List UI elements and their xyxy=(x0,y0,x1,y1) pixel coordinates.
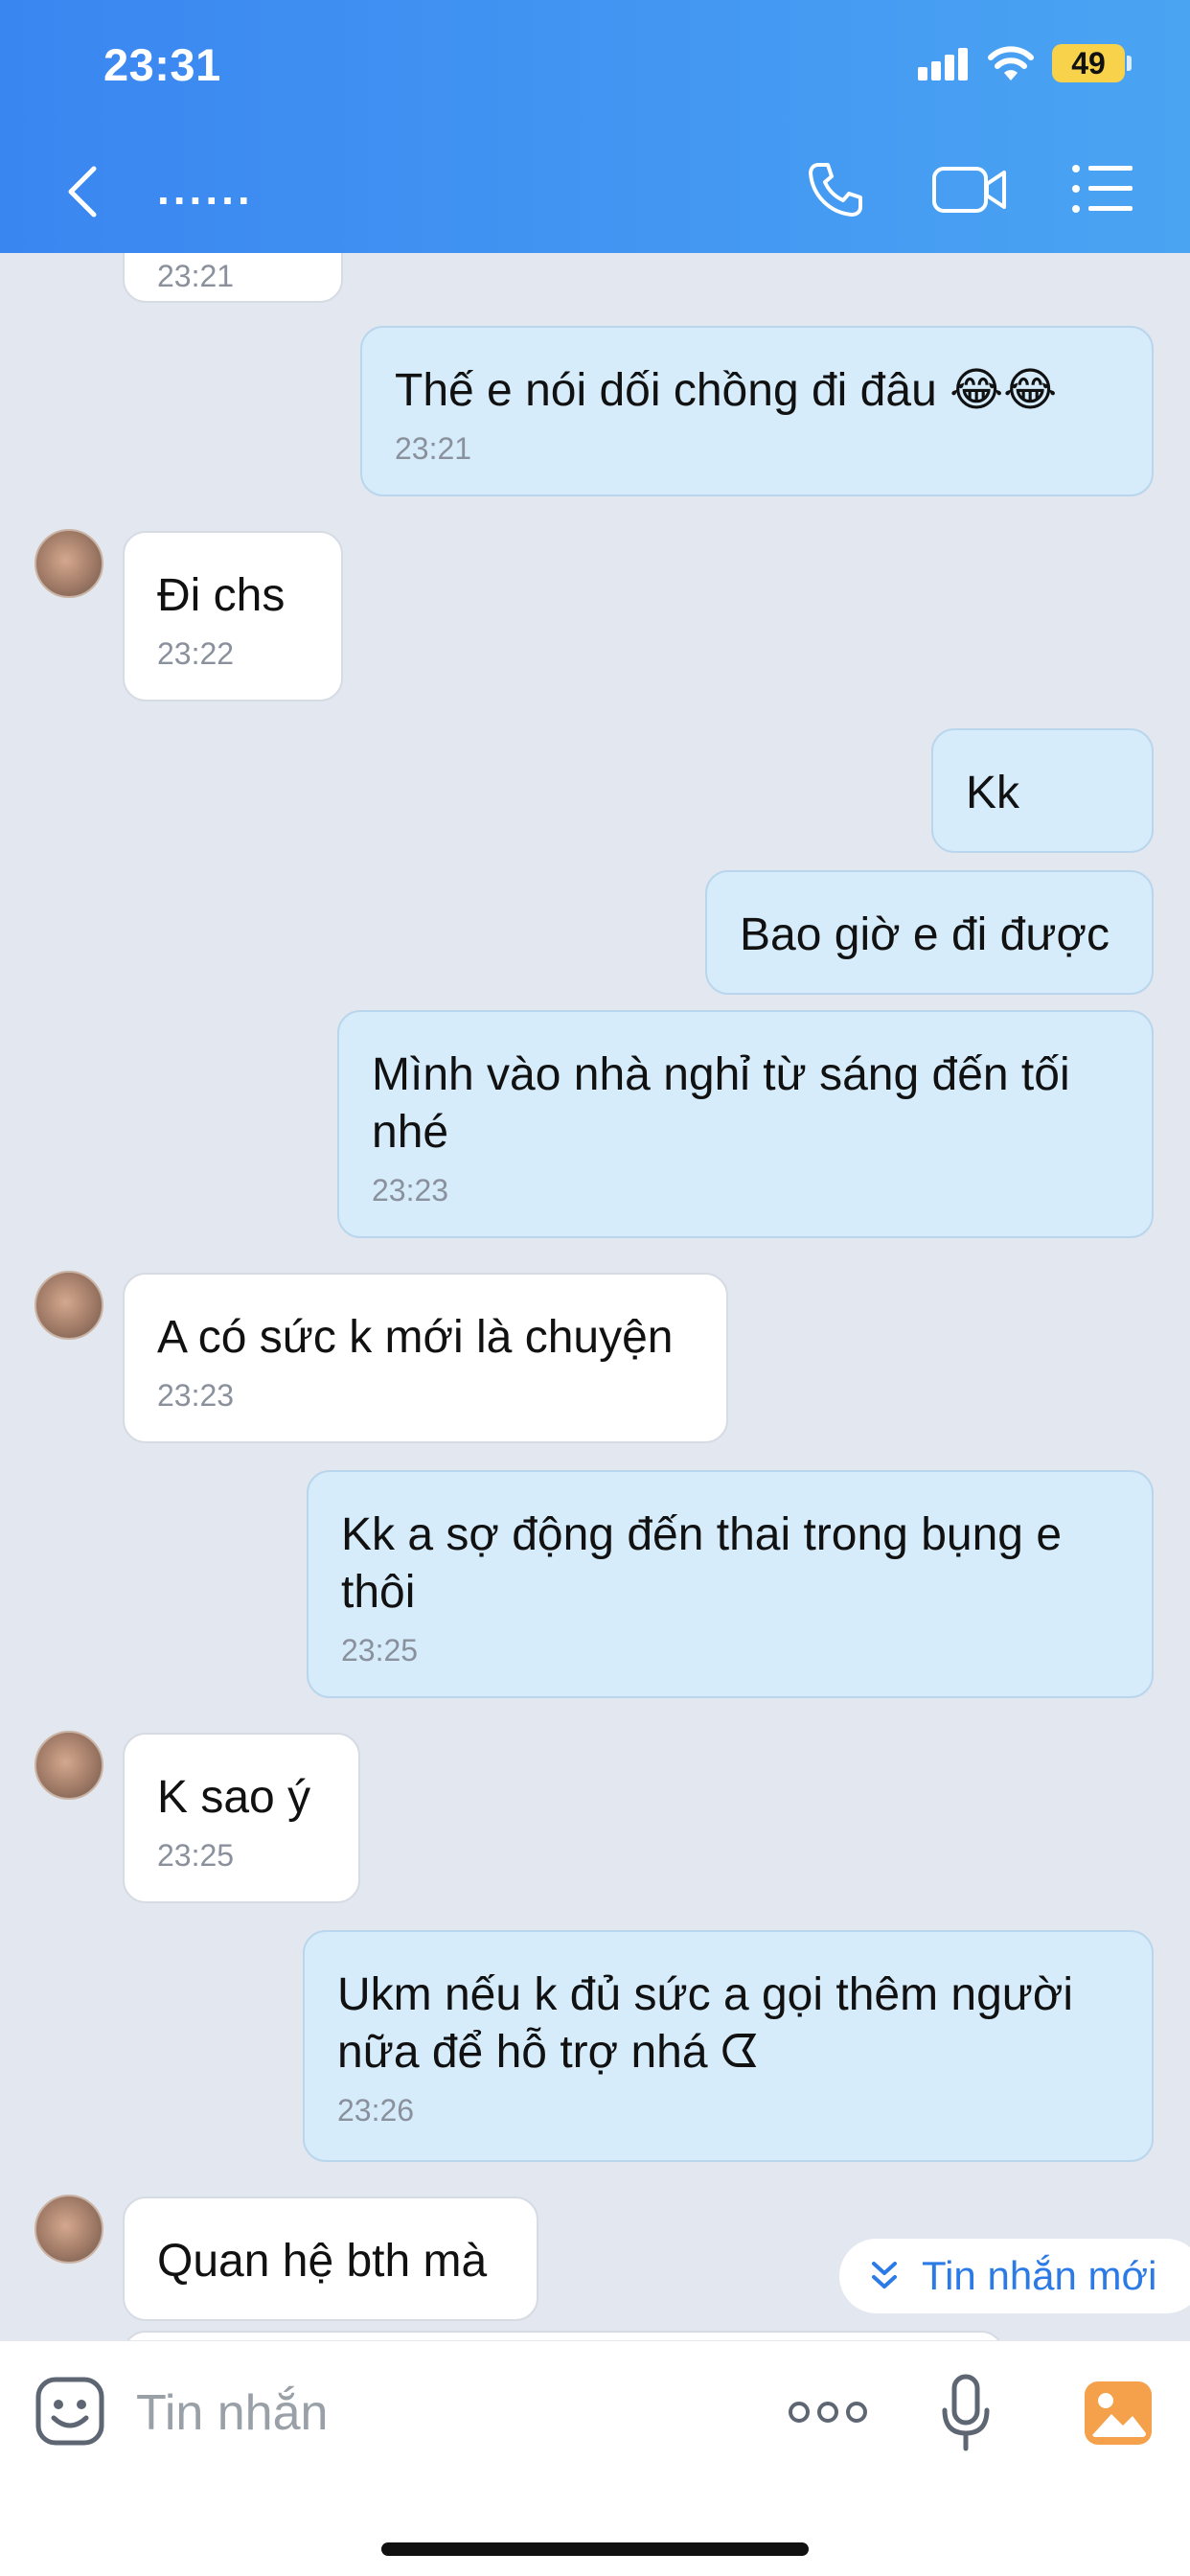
message-text: K sao ý xyxy=(157,1772,311,1823)
chat-header: 23:31 49 ...... xyxy=(0,0,1190,253)
new-messages-label: Tin nhắn mới xyxy=(922,2253,1157,2298)
message-text: A có sức k mới là chuyện xyxy=(157,1312,674,1363)
wifi-icon xyxy=(988,46,1034,80)
message-input-bar xyxy=(0,2340,1190,2576)
video-call-icon[interactable] xyxy=(931,163,1008,217)
message-time: 23:22 xyxy=(157,636,235,671)
message-input[interactable] xyxy=(136,2380,759,2447)
chat-title[interactable]: ...... xyxy=(157,163,254,215)
message-bubble-incoming[interactable]: K sao ý 23:25 xyxy=(123,1733,360,1903)
back-button[interactable] xyxy=(59,163,107,220)
phone-call-icon[interactable] xyxy=(805,159,866,220)
double-chevron-down-icon xyxy=(872,2262,897,2288)
photo-gallery-icon[interactable] xyxy=(1083,2378,1154,2449)
message-time: 23:21 xyxy=(395,431,472,466)
avatar[interactable] xyxy=(34,1271,103,1340)
more-options-icon[interactable] xyxy=(788,2395,868,2429)
message-text: Mình vào nhà nghỉ từ sáng đến tối nhé xyxy=(372,1049,1070,1158)
message-bubble-outgoing[interactable]: Thế e nói dối chồng đi đâu 😂😂 23:21 xyxy=(360,326,1154,496)
sticker-emoji-icon[interactable] xyxy=(34,2376,105,2447)
message-text: Quan hệ bth mà xyxy=(157,2236,488,2287)
message-bubble-outgoing[interactable]: Ukm nếu k đủ sức a gọi thêm người nữa để… xyxy=(303,1930,1154,2162)
message-bubble-incoming[interactable] xyxy=(123,2331,1004,2340)
battery-indicator: 49 xyxy=(1052,44,1125,82)
avatar[interactable] xyxy=(34,2195,103,2264)
message-text: Thế e nói dối chồng đi đâu 😂😂 xyxy=(395,365,1058,416)
message-text: Kk a sợ động đến thai trong bụng e thôi xyxy=(341,1509,1063,1618)
message-list[interactable]: 23:21 Thế e nói dối chồng đi đâu 😂😂 23:2… xyxy=(0,253,1190,2340)
message-bubble-outgoing[interactable]: Kk xyxy=(931,728,1154,853)
message-bubble-incoming[interactable]: A có sức k mới là chuyện 23:23 xyxy=(123,1273,728,1443)
menu-list-icon[interactable] xyxy=(1071,163,1134,215)
message-time: 23:23 xyxy=(157,1378,235,1413)
message-time: 23:25 xyxy=(157,1838,235,1873)
status-time: 23:31 xyxy=(103,39,221,90)
new-messages-button[interactable]: Tin nhắn mới xyxy=(839,2239,1190,2313)
message-bubble-outgoing[interactable]: Kk a sợ động đến thai trong bụng e thôi … xyxy=(307,1470,1154,1698)
microphone-icon[interactable] xyxy=(939,2374,993,2452)
message-text: Kk xyxy=(966,768,1020,818)
message-bubble-incoming[interactable]: Đi chs 23:22 xyxy=(123,531,343,702)
avatar[interactable] xyxy=(34,529,103,598)
message-text: Bao giờ e đi được xyxy=(740,909,1110,960)
message-time: 23:25 xyxy=(341,1633,419,1668)
cellular-signal-icon xyxy=(918,48,968,80)
message-bubble-incoming[interactable]: 23:21 xyxy=(123,253,343,303)
message-time: 23:23 xyxy=(372,1173,449,1208)
message-bubble-outgoing[interactable]: Bao giờ e đi được xyxy=(705,870,1154,995)
home-indicator xyxy=(381,2542,809,2556)
message-bubble-outgoing[interactable]: Mình vào nhà nghỉ từ sáng đến tối nhé 23… xyxy=(337,1010,1154,1238)
avatar[interactable] xyxy=(34,1731,103,1800)
message-time: 23:21 xyxy=(157,259,235,293)
message-text: Đi chs xyxy=(157,570,286,621)
message-time: 23:26 xyxy=(337,2093,415,2128)
battery-tip xyxy=(1127,56,1132,71)
message-bubble-incoming[interactable]: Quan hệ bth mà xyxy=(123,2196,538,2321)
message-text: Ukm nếu k đủ sức a gọi thêm người nữa để… xyxy=(337,1969,1074,2078)
